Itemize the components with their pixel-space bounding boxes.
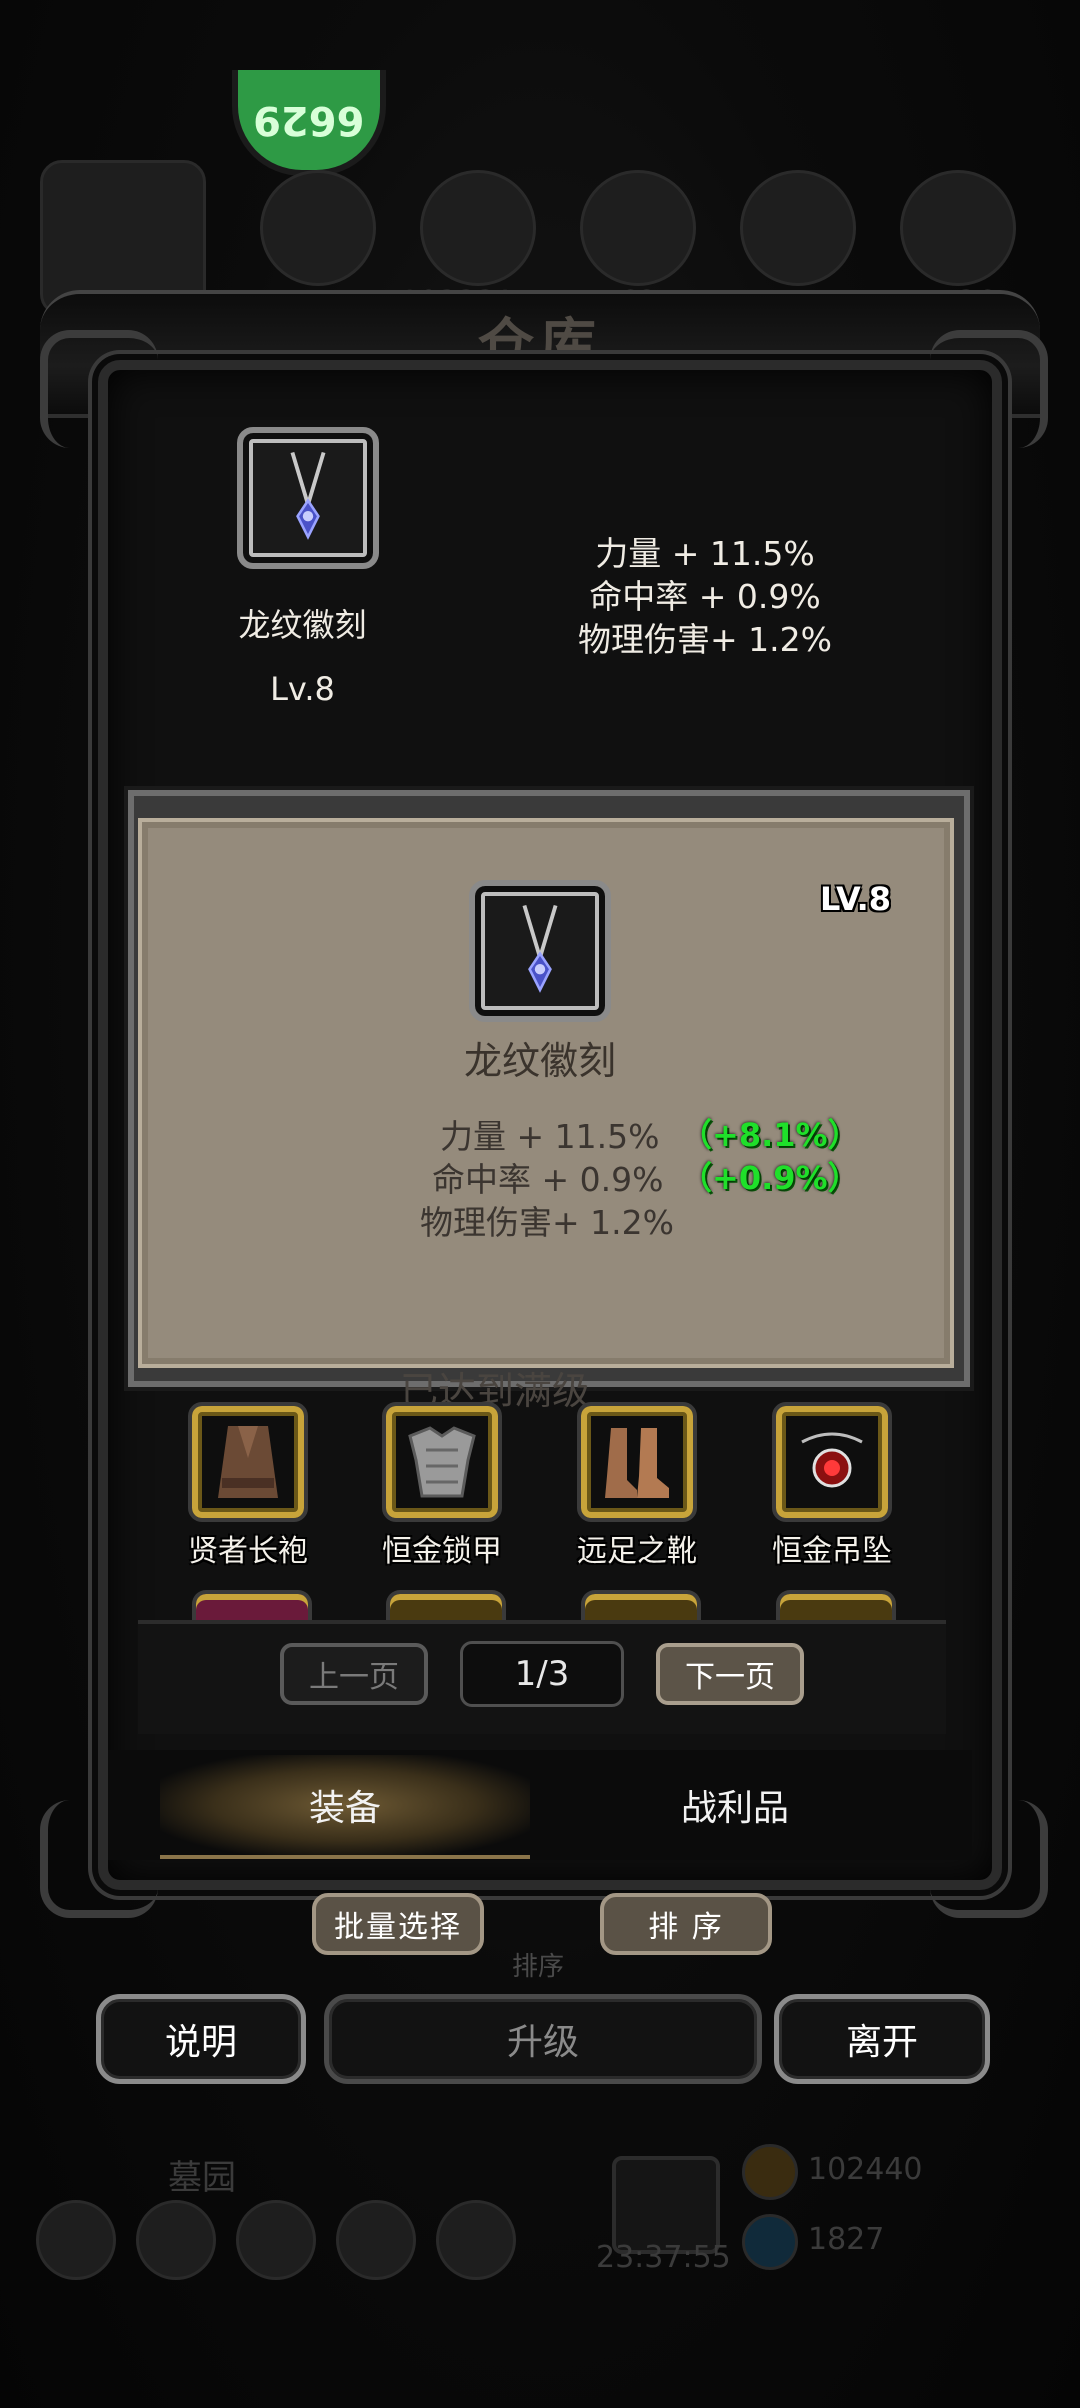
item-slot[interactable]: 远足之靴	[557, 1402, 717, 1570]
selected-item-level: Lv.8	[270, 670, 335, 708]
background-skill-icon	[260, 170, 376, 286]
stat-line: 命中率 + 0.9%	[589, 577, 821, 616]
item-slot-partial[interactable]	[776, 1590, 896, 1624]
background-hud-icon	[336, 2200, 416, 2280]
leave-button[interactable]: 离开	[774, 1994, 990, 2084]
background-hud-icon	[236, 2200, 316, 2280]
item-icon-frame	[577, 1402, 697, 1522]
selected-item-icon-box[interactable]	[237, 427, 379, 569]
background-skill-icon	[740, 170, 856, 286]
background-hud-icon	[136, 2200, 216, 2280]
detail-stat: 命中率 + 0.9%	[432, 1160, 664, 1199]
selected-item-name: 龙纹徽刻	[238, 606, 367, 644]
tab-equipment[interactable]: 装备	[160, 1755, 530, 1859]
prev-page-button[interactable]: 上一页	[280, 1643, 428, 1705]
item-label: 恒金锁甲	[382, 1534, 502, 1569]
boots-icon	[605, 1428, 669, 1498]
selected-item-stats: 力量 + 11.5% 命中率 + 0.9% 物理伤害+ 1.2%	[540, 532, 870, 661]
item-slot-partial[interactable]	[386, 1590, 506, 1624]
item-slot[interactable]: 恒金吊坠	[752, 1402, 912, 1570]
item-icon-frame	[382, 1402, 502, 1522]
tab-loot[interactable]: 战利品	[550, 1755, 920, 1855]
upgrade-button[interactable]: 升级	[324, 1994, 762, 2084]
stat-line: 力量 + 11.5%	[595, 534, 815, 573]
background-currency: 102440	[808, 2152, 923, 2187]
tab-equipment-label: 装备	[308, 1788, 381, 1829]
detail-stat: 力量 + 11.5%	[440, 1117, 660, 1156]
item-slot-partial[interactable]	[581, 1590, 701, 1624]
robe-icon	[218, 1426, 278, 1498]
background-hud-icon	[36, 2200, 116, 2280]
page-indicator: 1/3	[460, 1641, 624, 1707]
red-pendant-icon	[801, 1432, 863, 1488]
background-skill-icon	[420, 170, 536, 286]
top-badge-text: 6629	[253, 97, 365, 143]
background-hud-icon	[436, 2200, 516, 2280]
stat-line: 物理伤害+ 1.2%	[578, 620, 832, 659]
armor-icon	[408, 1426, 476, 1498]
background-guild-text: 墓园	[168, 2158, 236, 2198]
item-slot-partial[interactable]	[192, 1590, 312, 1624]
detail-stat: 物理伤害+ 1.2%	[420, 1203, 674, 1242]
background-sort-text: 排序	[512, 1952, 565, 1982]
item-slot[interactable]: 贤者长袍	[168, 1402, 328, 1570]
background-skill-icon	[580, 170, 696, 286]
pendant-icon	[522, 904, 558, 993]
next-page-button[interactable]: 下一页	[656, 1643, 804, 1705]
detail-item-icon-box	[469, 880, 611, 1022]
item-label: 贤者长袍	[188, 1534, 308, 1569]
detail-item-name: 龙纹徽刻	[463, 1039, 616, 1083]
background-currency: 1827	[808, 2222, 885, 2257]
item-slot[interactable]: 恒金锁甲	[362, 1402, 522, 1570]
help-button[interactable]: 说明	[96, 1994, 306, 2084]
bonus-value: （+8.1%）	[680, 1116, 860, 1154]
background-timer: 23:37:55	[596, 2240, 731, 2275]
item-icon-frame	[188, 1402, 308, 1522]
background-coin-icon	[742, 2144, 798, 2200]
bonus-value: （+0.9%）	[680, 1159, 860, 1197]
pendant-icon	[290, 451, 326, 540]
sort-button[interactable]: 排 序	[600, 1893, 772, 1955]
item-label: 远足之靴	[577, 1534, 697, 1569]
item-icon-frame	[772, 1402, 892, 1522]
frame-corner-ornament	[40, 330, 158, 448]
detail-level: LV.8	[820, 880, 892, 918]
batch-select-button[interactable]: 批量选择	[312, 1893, 484, 1955]
background-gem-icon	[742, 2214, 798, 2270]
tab-loot-label: 战利品	[680, 1788, 789, 1829]
item-label: 恒金吊坠	[772, 1534, 892, 1569]
background-skill-icon	[900, 170, 1016, 286]
frame-corner-ornament	[930, 330, 1048, 448]
